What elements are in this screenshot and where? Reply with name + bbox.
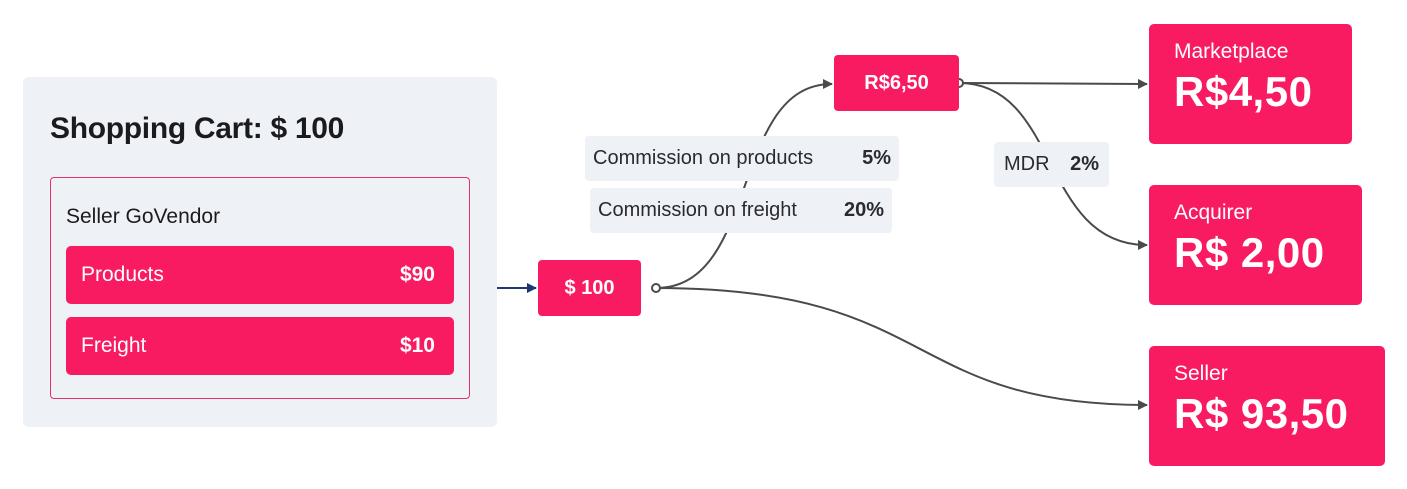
shopping-cart-title: Shopping Cart: $ 100 <box>50 112 345 145</box>
cart-item-amount: $10 <box>399 334 435 357</box>
connector-node-total <box>651 283 661 293</box>
cart-item-amount: $90 <box>399 263 435 286</box>
destination-marketplace: Marketplace R$4,50 <box>1149 24 1352 144</box>
commission-value: 20% <box>843 199 884 221</box>
mdr-tag: MDR 2% <box>994 142 1109 187</box>
fee-total-chip: R$6,50 <box>834 55 959 111</box>
destination-label: Marketplace <box>1174 40 1289 63</box>
connector-total-to-fee <box>655 79 833 289</box>
total-amount-chip: $ 100 <box>538 260 641 316</box>
cart-item-products: Products $90 <box>66 246 454 304</box>
mdr-label: MDR <box>1004 153 1050 175</box>
destination-seller: Seller R$ 93,50 <box>1149 346 1385 466</box>
commission-label: Commission on freight <box>598 199 797 221</box>
connector-fee-to-marketplace <box>958 78 1148 89</box>
destination-value: R$ 93,50 <box>1174 390 1349 437</box>
commission-products-tag: Commission on products 5% <box>585 136 899 181</box>
destination-label: Seller <box>1174 362 1228 385</box>
connector-total-to-seller <box>655 287 1148 410</box>
destination-value: R$4,50 <box>1174 68 1313 115</box>
seller-name: Seller GoVendor <box>66 205 221 228</box>
destination-label: Acquirer <box>1174 201 1253 224</box>
cart-item-label: Freight <box>81 334 147 357</box>
cart-item-freight: Freight $10 <box>66 317 454 375</box>
mdr-value: 2% <box>1070 153 1099 175</box>
destination-value: R$ 2,00 <box>1174 229 1325 276</box>
commission-label: Commission on products <box>593 147 814 169</box>
cart-item-label: Products <box>81 263 164 286</box>
destination-acquirer: Acquirer R$ 2,00 <box>1149 185 1362 305</box>
commission-value: 5% <box>862 147 891 169</box>
commission-freight-tag: Commission on freight 20% <box>590 188 892 233</box>
